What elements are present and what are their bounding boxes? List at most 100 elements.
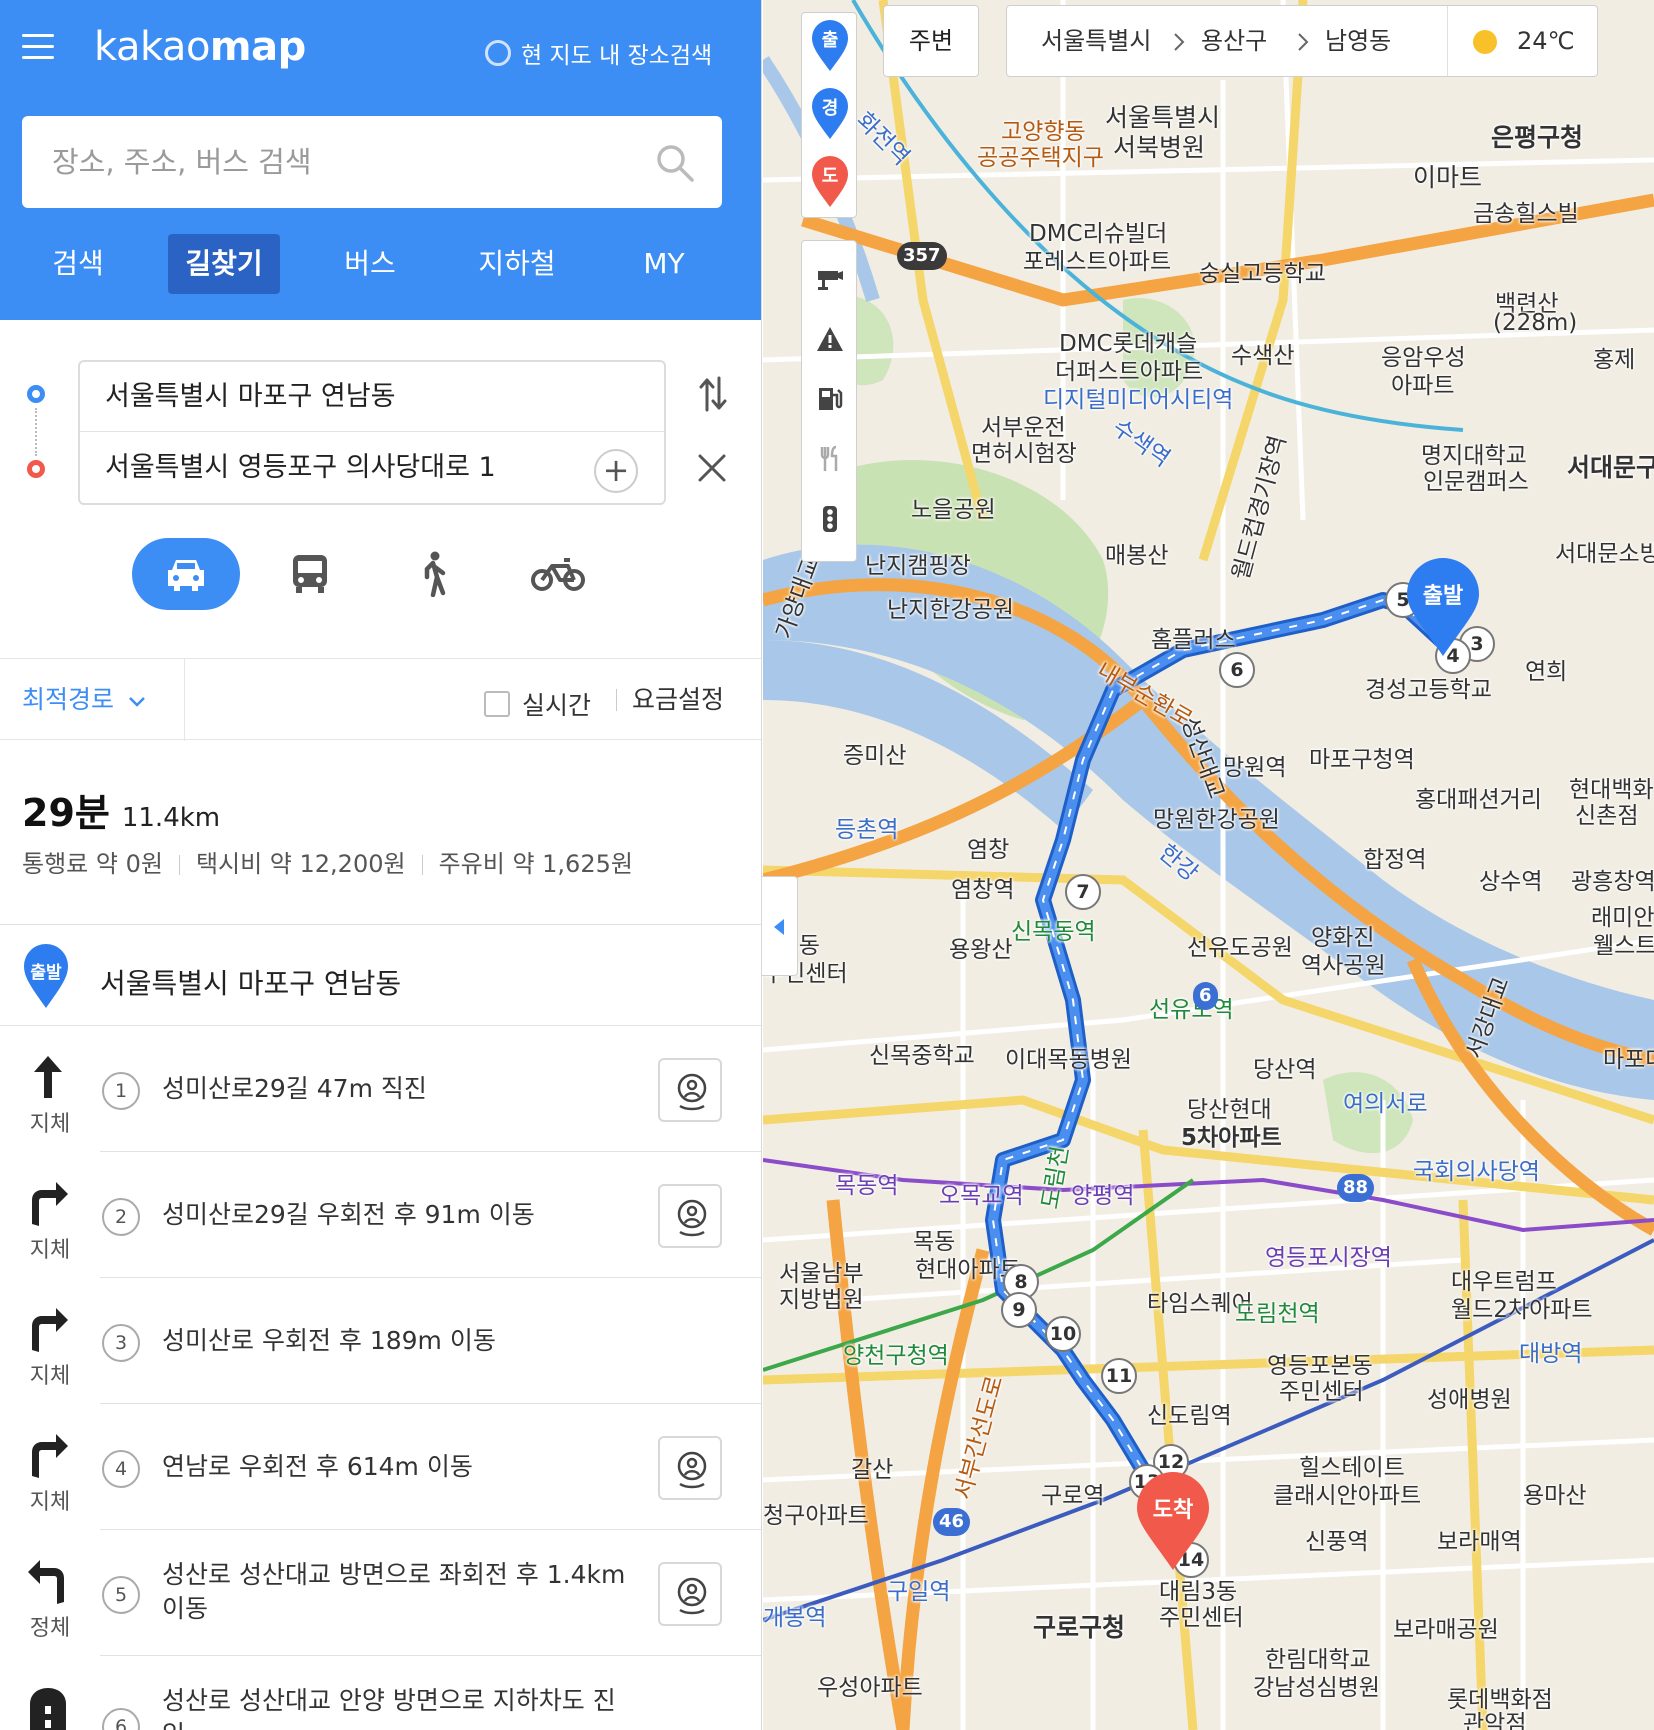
step-instruction: 성미산로29길 우회전 후 91m 이동	[162, 1200, 535, 1229]
map-label: 디지털미디어시티역	[1043, 387, 1234, 413]
search-input[interactable]	[52, 140, 632, 184]
tab-bus[interactable]: 버스	[322, 234, 418, 294]
end-marker-label: 도착	[1152, 1498, 1194, 1523]
add-waypoint-button[interactable]: +	[594, 449, 638, 493]
map-label: 신풍역	[1305, 1529, 1369, 1555]
waypoint-tools: 출 경 도	[801, 12, 857, 218]
map-label: 여의서로	[1343, 1091, 1428, 1117]
transport-modes	[0, 538, 761, 610]
restaurant-icon[interactable]	[816, 445, 844, 473]
mode-bus[interactable]	[256, 538, 364, 610]
sort-dropdown[interactable]: 최적경로	[22, 659, 146, 741]
map-label: 홍대패션거리	[1415, 787, 1542, 813]
map-label: 구로구청	[1033, 1613, 1126, 1642]
traffic-status: 지체	[29, 1490, 71, 1515]
search-icon[interactable]	[654, 142, 696, 184]
map-label: 보라매공원	[1393, 1617, 1499, 1643]
mode-walk[interactable]	[380, 538, 488, 610]
waypoint-marker[interactable]: 11	[1101, 1358, 1137, 1394]
destination-dot-icon	[27, 460, 45, 478]
step-number: 6	[102, 1708, 140, 1730]
step-item[interactable]: 지체 4 연남로 우회전 후 614m 이동	[0, 1404, 761, 1530]
sun-icon	[1473, 30, 1497, 54]
map-label: 우성아파트	[817, 1675, 923, 1701]
tab-directions[interactable]: 길찾기	[168, 234, 280, 294]
cctv-icon[interactable]	[816, 265, 844, 293]
set-destination-button[interactable]: 도	[810, 155, 850, 209]
logo-text-light: kakao	[94, 24, 210, 70]
destination-field[interactable]: 서울특별시 영등포구 의사당대로 1 +	[80, 433, 664, 503]
walk-icon	[424, 551, 446, 597]
set-waypoint-button[interactable]: 경	[810, 87, 850, 141]
map-label: 난지한강공원	[887, 597, 1014, 623]
step-item[interactable]: 6 성산로 성산대교 안양 방면으로 지하차도 진입	[0, 1656, 761, 1730]
map-label: 신촌점	[1575, 803, 1639, 829]
start-tool-label: 출	[821, 30, 839, 51]
mode-bike[interactable]	[504, 538, 612, 610]
map-label: 신목동역	[1011, 919, 1096, 945]
tab-search[interactable]: 검색	[30, 234, 126, 294]
route-inputs: 서울특별시 마포구 연남동 서울특별시 영등포구 의사당대로 1 +	[78, 360, 666, 505]
fee-settings-link[interactable]: 요금설정	[615, 659, 724, 741]
car-icon	[168, 560, 204, 591]
realtime-label: 실시간	[522, 691, 592, 720]
waypoint-marker[interactable]: 10	[1045, 1316, 1081, 1352]
area-search-toggle[interactable]: 현 지도 내 장소검색	[485, 36, 712, 70]
waypoint-marker[interactable]: 9	[1001, 1292, 1037, 1328]
warning-icon[interactable]	[816, 325, 844, 353]
map-view[interactable]: 서울특별시 서북병원 고양향동 공공주택지구 은평구청 이마트 금송힐스빌 DM…	[763, 0, 1654, 1730]
close-icon[interactable]	[696, 452, 728, 484]
traffic-status: 지체	[29, 1238, 71, 1263]
logo-text-bold: map	[209, 24, 306, 70]
step-number: 1	[102, 1072, 140, 1110]
breadcrumb-district[interactable]: 용산구	[1201, 6, 1267, 76]
roadview-button[interactable]	[658, 1562, 722, 1626]
map-label: 이마트	[1413, 163, 1483, 192]
turn-right-icon	[32, 1182, 68, 1226]
breadcrumb-neighborhood[interactable]: 남영동	[1325, 6, 1391, 76]
breadcrumb-city[interactable]: 서울특별시	[1041, 6, 1151, 76]
nearby-button[interactable]: 주변	[883, 5, 979, 77]
start-point-label: 서울특별시 마포구 연남동	[100, 967, 402, 1000]
swap-icon[interactable]	[698, 374, 728, 414]
realtime-checkbox[interactable]: 실시간	[484, 686, 591, 722]
step-instruction: 성미산로 우회전 후 189m 이동	[162, 1326, 496, 1355]
step-item[interactable]: 지체 2 성미산로29길 우회전 후 91m 이동	[0, 1152, 761, 1278]
kakaomap-logo[interactable]: kakaomap	[94, 24, 306, 70]
step-number: 2	[102, 1198, 140, 1236]
step-item[interactable]: 지체 1 성미산로29길 47m 직진	[0, 1026, 761, 1152]
mode-car[interactable]	[132, 538, 240, 610]
map-label: 서북병원	[1113, 133, 1206, 162]
set-start-button[interactable]: 출	[810, 19, 850, 73]
roadview-button[interactable]	[658, 1058, 722, 1122]
main-tabs: 검색 길찾기 버스 지하철 MY	[0, 234, 761, 294]
start-badge-text: 출발	[30, 963, 62, 983]
step-item[interactable]: 지체 3 성미산로 우회전 후 189m 이동	[0, 1278, 761, 1404]
map-label: 주민센터	[1279, 1379, 1364, 1405]
map-label: 합정역	[1363, 847, 1427, 873]
step-number: 3	[102, 1324, 140, 1362]
chevron-down-icon	[129, 697, 145, 707]
map-label: 숭실고등학교	[1199, 261, 1326, 287]
start-point-row[interactable]: 출발 서울특별시 마포구 연남동	[0, 944, 761, 1024]
collapse-panel-button[interactable]	[762, 876, 798, 976]
waypoint-marker[interactable]: 6	[1219, 652, 1255, 688]
tab-subway[interactable]: 지하철	[460, 234, 574, 294]
roadview-button[interactable]	[658, 1436, 722, 1500]
traffic-light-icon[interactable]	[816, 505, 844, 533]
start-marker[interactable]: 출발	[1403, 558, 1483, 658]
turn-right-icon	[32, 1434, 68, 1478]
tab-my[interactable]: MY	[616, 234, 712, 294]
map-label: 신목중학교	[869, 1043, 975, 1069]
end-marker[interactable]: 도착	[1133, 1472, 1213, 1572]
map-label: 도림천역	[1235, 1301, 1320, 1327]
menu-icon[interactable]	[22, 34, 54, 60]
origin-field[interactable]: 서울특별시 마포구 연남동	[80, 362, 664, 432]
cost-summary: 통행료 약 0원 택시비 약 12,200원 주유비 약 1,625원	[22, 844, 633, 879]
roadview-button[interactable]	[658, 1184, 722, 1248]
map-label: 성애병원	[1427, 1387, 1512, 1413]
fuel-icon[interactable]	[816, 385, 844, 413]
waypoint-marker[interactable]: 7	[1065, 874, 1101, 910]
step-number: 5	[102, 1576, 140, 1614]
step-item[interactable]: 정체 5 성산로 성산대교 방면으로 좌회전 후 1.4km 이동	[0, 1530, 761, 1656]
